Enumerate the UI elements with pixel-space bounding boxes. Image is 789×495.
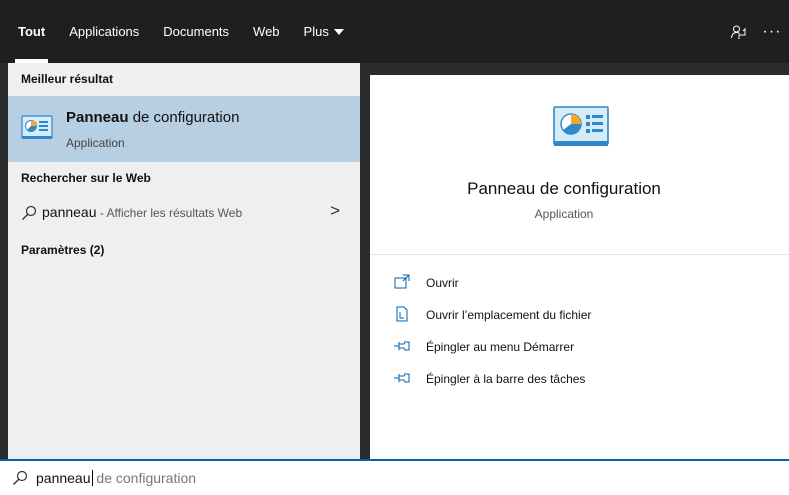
web-query-suffix: - Afficher les résultats Web	[96, 206, 243, 220]
top-right-controls: ···	[721, 0, 789, 63]
tab-label: Web	[253, 24, 280, 39]
best-match-title: Panneau de configuration	[66, 109, 239, 126]
best-match-item[interactable]: Panneau de configuration Application	[8, 96, 360, 162]
search-input[interactable]: panneau de configuration	[36, 470, 196, 486]
settings-header[interactable]: Paramètres (2)	[8, 243, 104, 257]
search-typed-text: panneau	[36, 470, 91, 486]
file-location-icon	[396, 306, 408, 322]
search-icon	[22, 205, 37, 220]
best-match-title-rest: de configuration	[128, 109, 240, 126]
control-panel-icon	[553, 106, 609, 146]
tab-tout[interactable]: Tout	[14, 0, 49, 63]
more-dots: ···	[762, 22, 782, 40]
web-search-text: panneau - Afficher les résultats Web	[42, 204, 242, 220]
tab-label: Tout	[18, 24, 46, 39]
open-action[interactable]: Ouvrir	[394, 271, 694, 293]
more-options-icon[interactable]: ···	[755, 15, 789, 49]
search-icon	[13, 470, 28, 485]
search-box[interactable]: panneau de configuration	[0, 459, 789, 495]
feedback-icon-glyph	[731, 25, 746, 39]
detail-subtitle: Application	[534, 207, 594, 221]
detail-divider	[370, 254, 789, 255]
caret-down-icon	[333, 28, 344, 35]
best-match-title-bold: Panneau	[66, 109, 129, 126]
pin-start-action-label: Épingler au menu Démarrer	[426, 340, 575, 354]
feedback-icon[interactable]	[721, 15, 755, 49]
best-match-header: Meilleur résultat	[21, 72, 114, 86]
pin-start-icon	[394, 341, 410, 351]
web-search-header: Rechercher sur le Web	[21, 171, 151, 185]
tab-documents[interactable]: Documents	[163, 0, 229, 63]
pin-start-action[interactable]: Épingler au menu Démarrer	[394, 335, 694, 357]
tab-label: Documents	[163, 24, 230, 39]
results-pane: Meilleur résultat Panneau de configurati…	[8, 63, 360, 459]
best-match-subtitle: Application	[66, 136, 125, 150]
search-scope-bar: Tout Applications Documents Web Plus ···	[0, 0, 789, 63]
file-location-action[interactable]: Ouvrir l’emplacement du fichier	[394, 303, 694, 325]
tab-label: Applications	[69, 24, 140, 39]
open-action-label: Ouvrir	[426, 276, 459, 290]
detail-pane: Panneau de configuration Application Ouv…	[370, 75, 789, 459]
web-search-item[interactable]: panneau - Afficher les résultats Web >	[8, 199, 360, 227]
file-location-action-label: Ouvrir l’emplacement du fichier	[426, 308, 592, 322]
tab-plus[interactable]: Plus	[304, 0, 344, 63]
chevron-right-icon[interactable]: >	[330, 201, 340, 221]
detail-title: Panneau de configuration	[467, 179, 661, 198]
tab-applications[interactable]: Applications	[69, 0, 139, 63]
pin-taskbar-icon	[394, 373, 410, 383]
tab-label: Plus	[303, 24, 329, 39]
pin-taskbar-action[interactable]: Épingler à la barre des tâches	[394, 367, 694, 389]
web-query: panneau	[42, 204, 97, 220]
scope-tabs: Tout Applications Documents Web Plus	[0, 0, 368, 63]
control-panel-icon	[21, 115, 53, 139]
open-icon	[394, 274, 410, 289]
tab-web[interactable]: Web	[253, 0, 280, 63]
pin-taskbar-action-label: Épingler à la barre des tâches	[426, 372, 586, 386]
search-autocomplete: de configuration	[92, 470, 197, 486]
